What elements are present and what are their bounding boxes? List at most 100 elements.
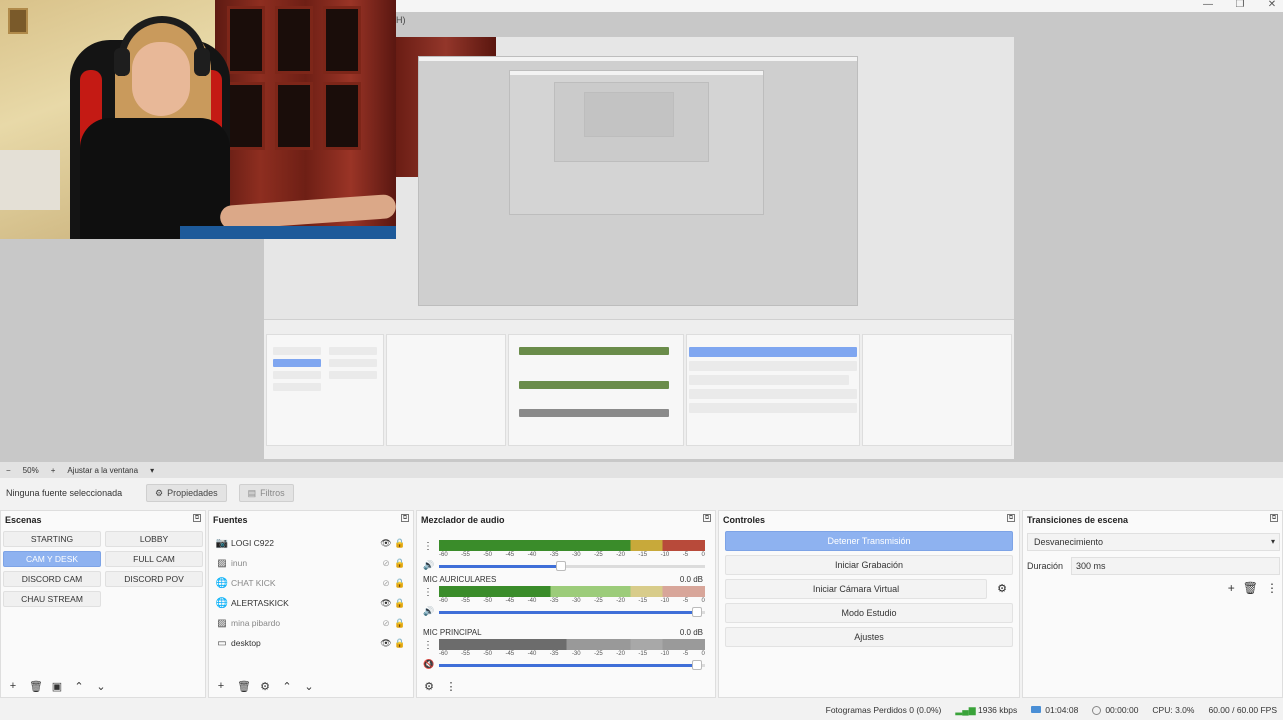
more-icon[interactable]: ⋮ [1266,581,1278,595]
speaker-icon[interactable]: 🔊 [423,560,434,571]
volume-slider[interactable] [439,607,705,617]
scene-button[interactable]: DISCORD POV [105,571,203,587]
eye-icon[interactable]: 👁 [379,638,393,649]
undock-icon[interactable]: ⧉ [703,514,711,522]
arrow-up-icon[interactable]: ⌃ [73,680,85,693]
lock-icon[interactable]: 🔒 [393,558,407,569]
scene-button[interactable]: FULL CAM [105,551,203,567]
volume-slider[interactable] [439,660,705,670]
lock-icon[interactable]: 🔒 [393,618,407,629]
filter-icon[interactable]: ▣ [51,680,63,693]
bitrate-status: ▂▄▆ 1936 kbps [955,704,1018,715]
scene-button[interactable]: STARTING [3,531,101,547]
transition-select[interactable]: Desvanecimiento ▾ [1027,533,1280,551]
zoom-out-button[interactable]: − [6,466,11,475]
stop-stream-button[interactable]: Detener Transmisión [725,531,1013,551]
more-icon[interactable]: ⋮ [423,541,433,552]
arrow-down-icon[interactable]: ⌄ [95,680,107,693]
gear-icon[interactable]: ⚙ [259,680,271,693]
chevron-down-icon: ▾ [1270,537,1275,546]
volume-slider[interactable] [439,561,705,571]
camera-icon: 📷 [215,537,229,549]
maximize-button[interactable]: ❐ [1235,0,1245,10]
record-icon [1092,706,1102,716]
zoom-in-button[interactable]: + [51,466,56,475]
scene-button[interactable]: DISCORD CAM [3,571,101,587]
eye-icon[interactable]: 👁 [379,538,393,549]
arrow-down-icon[interactable]: ⌄ [303,680,315,693]
trash-icon[interactable]: 🗑 [29,680,43,693]
source-item[interactable]: ▭ desktop 👁 🔒 [215,633,407,653]
scenes-dock: Escenas ⧉ STARTING LOBBY CAM Y DESK FULL… [0,510,206,698]
volume-meter [439,586,705,597]
nested-preview [584,92,674,137]
undock-icon[interactable]: ⧉ [1007,514,1015,522]
source-label: inun [231,558,248,568]
control-buttons: Detener Transmisión Iniciar Grabación In… [725,531,1013,651]
scene-button[interactable]: CHAU STREAM [3,591,101,607]
more-icon[interactable]: ⋮ [445,680,457,693]
scene-button[interactable]: LOBBY [105,531,203,547]
mixer-track: MIC PRINCIPAL 0.0 dB ⋮ -60 -55 -50 -45 -40 -3… [421,628,705,676]
source-label: LOGI C922 [231,538,274,548]
eye-off-icon[interactable]: ⊘ [379,558,393,569]
source-item[interactable]: ▨ mina pibardo ⊘ 🔒 [215,613,407,633]
start-virtual-cam-button[interactable]: Iniciar Cámara Virtual [725,579,987,599]
scenes-toolbar: + 🗑 ▣ ⌃ ⌄ [1,675,205,697]
no-source-label: Ninguna fuente seleccionada [6,488,123,498]
meter-ticks: -60 -55 -50 -45 -40 -35 -30 -25 -20 -15 -10 -5 0 [439,598,705,604]
source-toolbar: Ninguna fuente seleccionada ⚙ Propiedade… [0,480,1283,506]
mixer-track: MIC AURICULARES 0.0 dB ⋮ -60 -55 -50 -45 -40… [421,575,705,623]
add-icon[interactable]: + [215,680,227,692]
more-icon[interactable]: ⋮ [423,640,433,651]
source-label: desktop [231,638,261,648]
minimize-button[interactable]: — [1203,0,1213,10]
source-label: ALERTASKICK [231,598,289,608]
settings-button[interactable]: Ajustes [725,627,1013,647]
source-list: 📷 LOGI C922 👁 🔒 ▨ inun ⊘ 🔒 🌐 CHAT KICK ⊘… [215,533,407,653]
start-recording-button[interactable]: Iniciar Grabación [725,555,1013,575]
sources-dock: Fuentes ⧉ 📷 LOGI C922 👁 🔒 ▨ inun ⊘ 🔒 🌐 C… [208,510,414,698]
eye-off-icon[interactable]: ⊘ [379,578,393,589]
properties-button[interactable]: ⚙ Propiedades [146,484,227,502]
track-db: 0.0 dB [679,575,703,584]
lock-icon[interactable]: 🔒 [393,598,407,609]
undock-icon[interactable]: ⧉ [401,514,409,522]
more-icon[interactable]: ⋮ [423,587,433,598]
trash-icon[interactable]: 🗑 [1243,581,1258,595]
filters-button[interactable]: ▤ Filtros [238,484,294,502]
menu-fragment: H) [396,15,406,25]
undock-icon[interactable]: ⧉ [193,514,201,522]
speaker-icon[interactable]: 🔊 [423,606,434,617]
fit-to-window-label[interactable]: Ajustar a la ventana [67,466,138,475]
scene-button[interactable]: CAM Y DESK [3,551,101,567]
trash-icon[interactable]: 🗑 [237,680,251,693]
close-button[interactable]: ✕ [1267,0,1277,10]
source-item[interactable]: 🌐 CHAT KICK ⊘ 🔒 [215,573,407,593]
eye-icon[interactable]: 👁 [379,598,393,609]
volume-meter [439,540,705,551]
source-item[interactable]: 📷 LOGI C922 👁 🔒 [215,533,407,553]
undock-icon[interactable]: ⧉ [1270,514,1278,522]
gear-icon[interactable]: ⚙ [991,579,1013,599]
track-name: MIC PRINCIPAL [423,628,482,637]
add-icon[interactable]: + [1228,581,1235,595]
lock-icon[interactable]: 🔒 [393,538,407,549]
lock-icon[interactable]: 🔒 [393,638,407,649]
transition-toolbar: + 🗑 ⋮ [1228,581,1278,595]
mixer-toolbar: ⚙ ⋮ [417,675,715,697]
lock-icon[interactable]: 🔒 [393,578,407,589]
studio-mode-button[interactable]: Modo Estudio [725,603,1013,623]
mixer-title: Mezclador de audio [421,515,505,525]
arrow-up-icon[interactable]: ⌃ [281,680,293,693]
source-item[interactable]: 🌐 ALERTASKICK 👁 🔒 [215,593,407,613]
eye-off-icon[interactable]: ⊘ [379,618,393,629]
window-controls: — ❐ ✕ [1203,0,1277,10]
add-icon[interactable]: + [7,680,19,692]
speaker-muted-icon[interactable]: 🔇 [423,659,434,670]
duration-field[interactable]: 300 ms [1071,557,1280,575]
advanced-audio-icon[interactable]: ⚙ [423,680,435,693]
source-item[interactable]: ▨ inun ⊘ 🔒 [215,553,407,573]
meter-ticks: -60 -55 -50 -45 -40 -35 -30 -25 -20 -15 -10 -5 0 [439,552,705,558]
chevron-down-icon[interactable]: ▾ [150,466,154,475]
